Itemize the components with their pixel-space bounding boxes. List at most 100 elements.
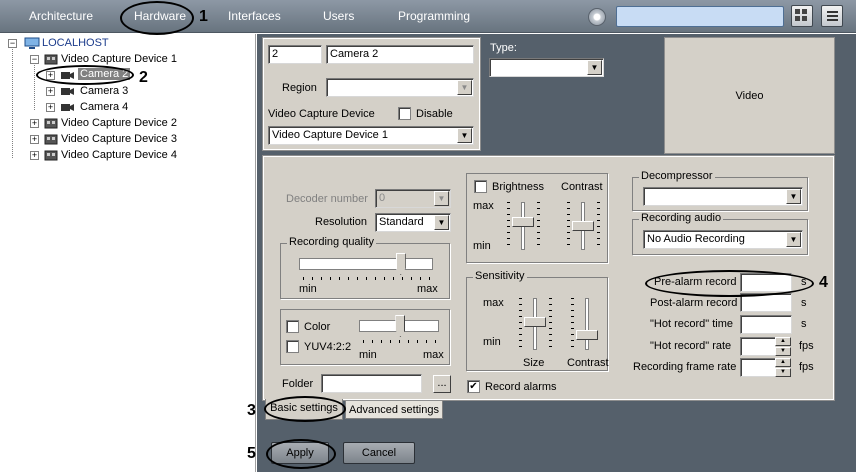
max-label: max [423,349,444,361]
tab-advanced-settings[interactable]: Advanced settings [345,401,443,419]
recording-quality-track[interactable] [299,258,433,270]
tree-label: Video Capture Device 4 [61,149,177,161]
nav-architecture[interactable]: Architecture [29,9,93,23]
folder-input[interactable] [321,374,422,393]
decoder-number-select: 0 ▼ [375,189,451,208]
annotation-oval [645,270,814,297]
contrast-slider[interactable] [572,221,594,231]
hot-record-rate-spinner[interactable]: ▲ ▼ [775,337,791,356]
expand-icon[interactable]: + [30,151,39,160]
spin-down-icon[interactable]: ▼ [775,347,791,356]
layout-grid-button[interactable] [791,5,813,27]
yuv-checkbox[interactable] [286,340,299,353]
disable-label: Disable [416,108,453,120]
annotation-oval [266,439,336,469]
type-select[interactable]: ▼ [489,58,604,77]
folder-label: Folder [282,378,314,390]
resolution-select[interactable]: Standard ▼ [375,213,451,232]
brightness-slider[interactable] [512,217,534,228]
min-label: min [299,283,317,295]
slider-ticks [571,298,574,350]
spin-down-icon[interactable]: ▼ [775,368,791,377]
contrast-label: Contrast [567,357,609,369]
video-preview[interactable]: Video [664,37,835,154]
region-select[interactable]: ▼ [326,78,474,97]
spin-up-icon[interactable]: ▲ [775,337,791,346]
hardware-tree: − LOCALHOST − Video Capture Device 1 + C… [0,34,256,472]
chevron-down-icon: ▼ [786,232,801,247]
nav-programming[interactable]: Programming [398,9,470,23]
tree-line [12,46,13,158]
tree-label: Video Capture Device 2 [61,117,177,129]
tree-label: Camera 4 [80,101,129,113]
slider-ticks [507,202,510,250]
capture-board-icon [44,150,58,161]
sensitivity-contrast-slider[interactable] [576,329,598,340]
browse-folder-button[interactable]: ... [433,375,451,393]
hub-icon[interactable] [588,8,606,26]
recording-frame-rate-input[interactable] [740,358,776,377]
resolution-value: Standard [379,216,424,228]
min-label: min [359,349,377,361]
color-label: Color [304,321,331,333]
size-slider[interactable] [524,316,546,327]
recording-quality-slider[interactable] [395,253,406,275]
tree-line [34,62,35,110]
recording-frame-rate-spinner[interactable]: ▲ ▼ [775,358,791,377]
expand-icon[interactable]: + [30,119,39,128]
object-name-field[interactable]: Camera 2 [326,45,474,64]
recording-audio-select[interactable]: No Audio Recording ▼ [643,230,803,249]
sensitivity-title: Sensitivity [473,270,527,282]
slider-ticks [567,202,570,250]
unit-label: s [801,318,807,330]
tree-node-device-4[interactable]: + Video Capture Device 4 [30,148,250,164]
nav-interfaces[interactable]: Interfaces [228,9,281,23]
collapse-icon[interactable]: − [8,39,17,48]
expand-icon[interactable]: + [46,87,55,96]
expand-icon[interactable]: + [30,135,39,144]
cancel-button[interactable]: Cancel [343,442,415,464]
hot-record-rate-label: "Hot record" rate [650,340,732,352]
slider-ticks [303,277,431,280]
chevron-down-icon: ▼ [457,80,472,95]
slider-ticks [597,202,600,250]
collapse-icon[interactable]: − [30,55,39,64]
vcd-value: Video Capture Device 1 [272,129,388,141]
object-id-field[interactable]: 2 [268,45,322,64]
hot-record-rate-input[interactable] [740,337,776,356]
record-alarms-checkbox[interactable]: ✔ [467,380,480,393]
video-label: Video [735,89,764,102]
spin-up-icon[interactable]: ▲ [775,358,791,367]
annotation-number: 4 [819,274,828,291]
hot-record-time-input[interactable] [740,315,792,334]
object-header-panel: 2 Camera 2 Region ▼ Video Capture Device… [262,37,481,151]
chevron-down-icon: ▼ [786,189,801,204]
decompressor-title: Decompressor [639,170,715,182]
nav-users[interactable]: Users [323,9,354,23]
yuv-label: YUV4:2:2 [304,341,352,353]
slider-ticks [363,340,437,343]
vcd-select[interactable]: Video Capture Device 1 ▼ [268,126,474,145]
sens-contrast-track[interactable] [585,298,589,350]
tree-node-camera-3[interactable]: + Camera 3 [46,84,146,100]
record-alarms-label: Record alarms [485,381,557,393]
capture-board-icon [44,134,58,145]
brightness-label: Brightness [492,181,544,193]
tree-node-device-3[interactable]: + Video Capture Device 3 [30,132,250,148]
expand-icon[interactable]: + [46,103,55,112]
tree-node-device-2[interactable]: + Video Capture Device 2 [30,116,250,132]
min-label: min [473,240,491,252]
tree-node-localhost[interactable]: − LOCALHOST [8,36,248,52]
annotation-number: 1 [199,8,208,25]
tree-label: LOCALHOST [42,37,109,49]
search-input[interactable] [616,6,784,27]
tree-node-camera-4[interactable]: + Camera 4 [46,100,146,116]
decompressor-select[interactable]: ▼ [643,187,803,206]
min-label: min [483,336,501,348]
color-checkbox[interactable] [286,320,299,333]
brightness-checkbox[interactable] [474,180,487,193]
post-alarm-label: Post-alarm record [650,297,738,309]
disable-checkbox[interactable] [398,107,411,120]
menu-button[interactable] [821,5,843,27]
color-slider[interactable] [395,315,406,337]
